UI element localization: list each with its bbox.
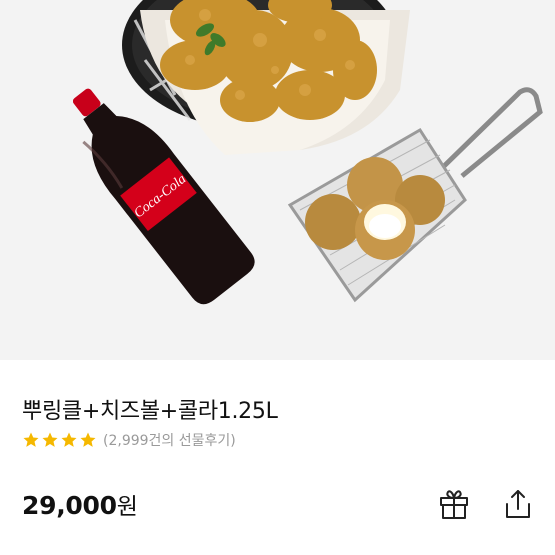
price-unit: 원 bbox=[116, 494, 138, 520]
star-icon bbox=[42, 432, 58, 447]
chicken-basket bbox=[122, 0, 410, 155]
star-icon bbox=[61, 432, 77, 447]
product-price: 29,000원 bbox=[22, 487, 138, 521]
star-icon bbox=[80, 432, 96, 447]
share-icon bbox=[506, 490, 530, 518]
gift-button[interactable] bbox=[436, 486, 472, 522]
product-photo-illustration: Coca-Cola bbox=[72, 0, 543, 305]
price-amount: 29,000 bbox=[22, 491, 117, 520]
product-title: 뿌링클+치즈볼+콜라1.25L bbox=[22, 399, 278, 424]
review-count[interactable]: (2,999건의 선물후기) bbox=[103, 430, 236, 450]
rating-row[interactable]: (2,999건의 선물후기) bbox=[22, 430, 236, 450]
product-image: Coca-Cola bbox=[0, 0, 555, 360]
share-button[interactable] bbox=[500, 486, 536, 522]
product-info-panel bbox=[0, 360, 555, 555]
star-icon bbox=[23, 432, 39, 447]
gift-icon bbox=[440, 490, 468, 519]
